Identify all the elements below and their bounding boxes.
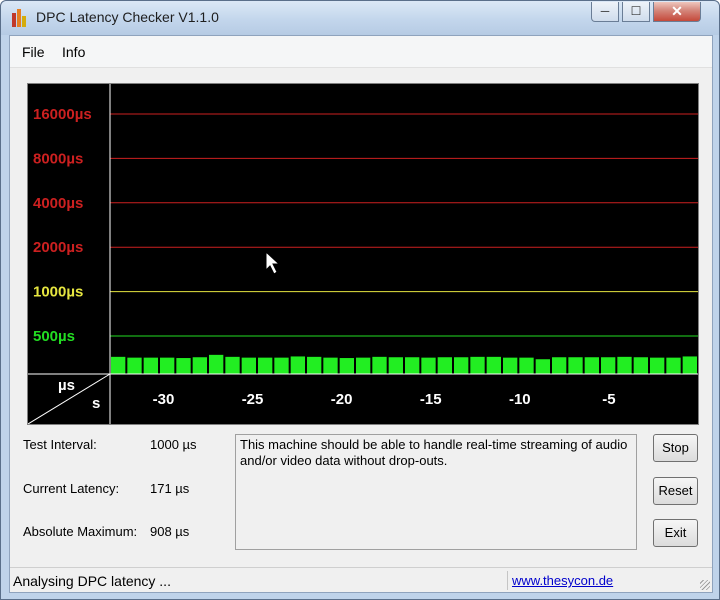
exit-button[interactable]: Exit [653,519,698,547]
x-tick-label-3: -15 [420,391,442,408]
maximize-button[interactable]: ☐ [622,2,650,22]
latency-bar-10 [274,357,289,374]
x-tick-label-2: -20 [331,391,353,408]
resize-grip-icon[interactable] [700,580,710,590]
latency-bar-35 [682,356,697,374]
latency-bar-24 [503,357,518,374]
level-label-5: 500µs [33,328,75,345]
test-interval-label: Test Interval: [23,437,97,452]
close-button[interactable]: ✕ [653,2,701,22]
latency-bar-22 [470,356,485,374]
latency-bar-28 [568,357,583,374]
latency-bar-18 [405,357,420,374]
latency-bar-13 [323,357,338,374]
latency-bar-5 [192,357,207,374]
status-bar: Analysing DPC latency ... www.thesycon.d… [10,567,712,592]
latency-bar-2 [143,357,158,374]
latency-bar-31 [617,356,632,374]
latency-bar-16 [372,356,387,374]
latency-bar-27 [552,357,567,374]
latency-bar-0 [111,356,126,374]
latency-bar-3 [160,357,175,374]
latency-bar-4 [176,358,191,374]
x-tick-label-1: -25 [242,391,264,408]
latency-bar-25 [519,357,534,374]
latency-bar-23 [486,356,501,374]
status-divider [507,571,508,590]
level-label-0: 16000µs [33,106,92,123]
latency-bar-8 [241,357,256,374]
latency-bar-21 [454,357,469,374]
latency-bar-11 [290,356,305,374]
level-label-4: 1000µs [33,284,83,301]
menu-file[interactable]: File [22,44,45,60]
latency-bar-32 [633,357,648,374]
latency-bar-14 [339,358,354,374]
latency-bar-9 [258,357,273,374]
x-unit-label: s [92,395,100,412]
level-label-2: 4000µs [33,195,83,212]
app-icon [11,9,29,27]
status-message-box: This machine should be able to handle re… [235,434,637,550]
latency-chart: 16000µs 8000µs 4000µs 2000µs 1000µs 500µs µs s -… [27,83,699,425]
latency-bar-17 [388,357,403,374]
website-link[interactable]: www.thesycon.de [512,573,613,588]
title-bar[interactable]: DPC Latency Checker V1.1.0 ─ ☐ ✕ [1,1,719,35]
latency-bar-15 [356,357,371,374]
latency-bar-7 [225,356,240,374]
latency-bar-12 [307,356,322,374]
mouse-cursor-icon [265,250,281,275]
latency-bar-6 [209,354,224,374]
test-interval-value: 1000 µs [150,437,197,452]
latency-chart-svg: 16000µs 8000µs 4000µs 2000µs 1000µs 500µs µss -… [28,84,698,424]
x-tick-label-4: -10 [509,391,531,408]
absolute-max-value: 908 µs [150,524,190,539]
latency-bar-29 [584,357,599,374]
latency-bar-33 [650,357,665,374]
latency-bar-30 [601,357,616,374]
status-text: Analysing DPC latency ... [13,573,171,589]
y-unit-label: µs [58,377,75,394]
level-label-3: 2000µs [33,239,83,256]
latency-bar-34 [666,357,681,374]
current-latency-label: Current Latency: [23,481,120,496]
stop-button[interactable]: Stop [653,434,698,462]
latency-bar-20 [437,357,452,374]
reset-button[interactable]: Reset [653,477,698,505]
current-latency-value: 171 µs [150,481,190,496]
latency-bar-1 [127,357,142,374]
absolute-max-label: Absolute Maximum: [23,524,138,539]
window-title: DPC Latency Checker V1.1.0 [36,9,219,25]
client-area: File Info 16000µs 8000µs 4000µs 2000µs 1000µ… [9,35,713,593]
minimize-button[interactable]: ─ [591,2,619,22]
level-label-1: 8000µs [33,150,83,167]
app-window: DPC Latency Checker V1.1.0 ─ ☐ ✕ File In… [0,0,720,600]
latency-bar-26 [535,359,550,374]
menu-bar: File Info [10,36,712,68]
latency-bar-19 [421,357,436,374]
x-tick-label-0: -30 [153,391,175,408]
x-tick-label-5: -5 [602,391,615,408]
menu-info[interactable]: Info [62,44,85,60]
